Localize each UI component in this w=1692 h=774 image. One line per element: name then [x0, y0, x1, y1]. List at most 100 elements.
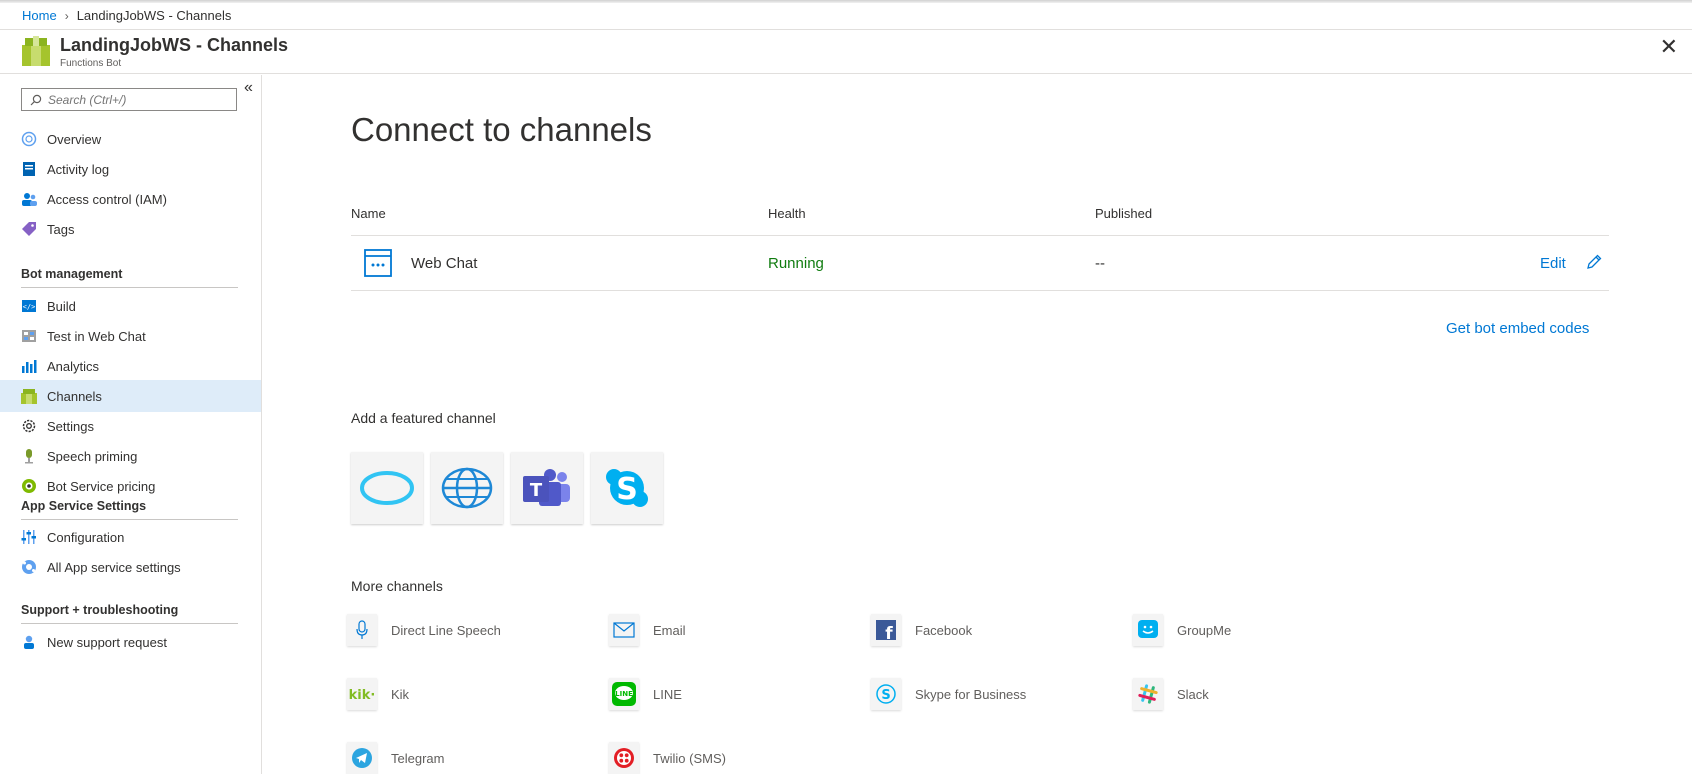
sidebar-item-label: Analytics — [47, 358, 100, 374]
line-icon: LINE — [609, 678, 639, 710]
top-strip — [0, 0, 1692, 3]
channel-name: Web Chat — [411, 255, 478, 272]
edit-channel-link[interactable]: Edit — [1540, 255, 1566, 272]
alexa-ring-icon — [360, 471, 414, 505]
search-input[interactable] — [48, 92, 228, 107]
channel-kik[interactable]: kik· Kik — [347, 678, 409, 710]
svg-text:S: S — [881, 688, 890, 703]
page-title: LandingJobWS - Channels — [60, 35, 288, 55]
channel-label: Kik — [391, 686, 410, 702]
collapse-sidebar-icon[interactable]: « — [244, 79, 253, 97]
activity-log-icon — [21, 161, 37, 177]
channel-skype-business[interactable]: S Skype for Business — [871, 678, 1026, 710]
section-bot-management: Bot management — [21, 267, 238, 288]
sidebar-item-configuration[interactable]: Configuration — [0, 521, 261, 553]
sidebar-item-all-app-settings[interactable]: All App service settings — [0, 551, 261, 583]
svg-text:</>: </> — [23, 303, 36, 311]
channel-line[interactable]: LINE LINE — [609, 678, 682, 710]
channel-health-status: Running — [768, 255, 824, 272]
sidebar-item-access-control[interactable]: Access control (IAM) — [0, 183, 261, 215]
telegram-icon — [347, 742, 377, 774]
web-chat-icon — [364, 249, 392, 277]
channel-label: Skype for Business — [915, 686, 1027, 702]
sidebar-item-label: Test in Web Chat — [47, 328, 146, 344]
sidebar-item-analytics[interactable]: Analytics — [0, 350, 261, 382]
sidebar-item-build[interactable]: </> Build — [0, 290, 261, 322]
teams-icon: T — [523, 469, 570, 506]
main-content: Connect to channels Name Health Publishe… — [263, 75, 1692, 774]
sidebar-item-test-web-chat[interactable]: Test in Web Chat — [0, 320, 261, 352]
breadcrumb-current: LandingJobWS - Channels — [76, 8, 232, 23]
pencil-icon[interactable] — [1585, 253, 1603, 271]
channel-groupme[interactable]: GroupMe — [1133, 614, 1231, 646]
groupme-icon — [1133, 614, 1163, 646]
bot-resource-icon — [22, 36, 50, 66]
sliders-icon — [21, 529, 37, 545]
sidebar-item-label: Build — [47, 298, 76, 314]
featured-channels-heading: Add a featured channel — [351, 410, 496, 426]
sidebar-item-speech-priming[interactable]: Speech priming — [0, 440, 261, 472]
microphone-icon — [21, 448, 37, 464]
test-grid-icon — [21, 328, 37, 344]
channel-telegram[interactable]: Telegram — [347, 742, 444, 774]
twilio-icon — [609, 742, 639, 774]
sidebar-item-pricing[interactable]: Bot Service pricing — [0, 470, 261, 502]
sidebar-item-new-support[interactable]: New support request — [0, 626, 261, 658]
breadcrumb-home-link[interactable]: Home — [22, 8, 57, 23]
sidebar-search[interactable] — [21, 88, 237, 111]
sidebar-item-settings[interactable]: Settings — [0, 410, 261, 442]
svg-text:LINE: LINE — [615, 690, 633, 698]
svg-text:T: T — [530, 480, 543, 501]
channel-label: Email — [653, 622, 686, 638]
alexa-channel-tile[interactable] — [351, 452, 423, 524]
breadcrumb: Home › LandingJobWS - Channels — [22, 8, 231, 23]
direct-line-channel-tile[interactable] — [431, 452, 503, 524]
channel-twilio[interactable]: Twilio (SMS) — [609, 742, 726, 774]
microphone-icon — [347, 614, 377, 646]
skype-icon: S — [606, 469, 648, 507]
search-icon — [30, 94, 42, 105]
svg-text:f: f — [885, 624, 893, 640]
facebook-icon: f — [871, 614, 901, 646]
teams-channel-tile[interactable]: T — [511, 452, 583, 524]
gear-icon — [21, 418, 37, 434]
tag-icon — [21, 221, 37, 237]
close-icon[interactable]: ✕ — [1660, 36, 1678, 58]
channel-direct-line-speech[interactable]: Direct Line Speech — [347, 614, 501, 646]
sidebar-item-channels[interactable]: Channels — [0, 380, 261, 412]
channel-label: GroupMe — [1177, 622, 1232, 638]
channel-email[interactable]: Email — [609, 614, 686, 646]
skype-channel-tile[interactable]: S — [591, 452, 663, 524]
column-header-health: Health — [768, 206, 806, 221]
kik-icon: kik· — [347, 678, 377, 710]
sidebar: « Overview Activity log Access control (… — [0, 75, 262, 774]
table-header-divider — [351, 235, 1609, 236]
channel-label: LINE — [653, 686, 682, 702]
sidebar-item-label: All App service settings — [47, 559, 181, 575]
page-heading: Connect to channels — [351, 111, 652, 148]
channel-slack[interactable]: Slack — [1133, 678, 1209, 710]
sidebar-item-overview[interactable]: Overview — [0, 123, 261, 155]
column-header-name: Name — [351, 206, 386, 221]
page-subtitle: Functions Bot — [60, 58, 122, 69]
sidebar-item-activity-log[interactable]: Activity log — [0, 153, 261, 185]
channel-label: Direct Line Speech — [391, 622, 501, 638]
globe-icon — [441, 467, 493, 509]
channel-published: -- — [1095, 255, 1105, 272]
sidebar-item-label: Configuration — [47, 529, 125, 545]
sidebar-item-label: Settings — [47, 418, 94, 434]
channel-facebook[interactable]: f Facebook — [871, 614, 972, 646]
chevron-right-icon: › — [64, 8, 69, 23]
sidebar-item-tags[interactable]: Tags — [0, 213, 261, 245]
channels-icon — [21, 388, 37, 404]
get-embed-codes-link[interactable]: Get bot embed codes — [1446, 320, 1589, 337]
pricing-icon — [21, 478, 37, 494]
table-row-divider — [351, 290, 1609, 291]
sidebar-item-label: Overview — [47, 131, 102, 147]
code-icon: </> — [21, 298, 37, 314]
sidebar-item-label: Channels — [47, 388, 102, 404]
envelope-icon — [609, 614, 639, 646]
channel-label: Telegram — [391, 750, 445, 766]
channel-label: Slack — [1177, 686, 1209, 702]
people-icon — [21, 191, 37, 207]
